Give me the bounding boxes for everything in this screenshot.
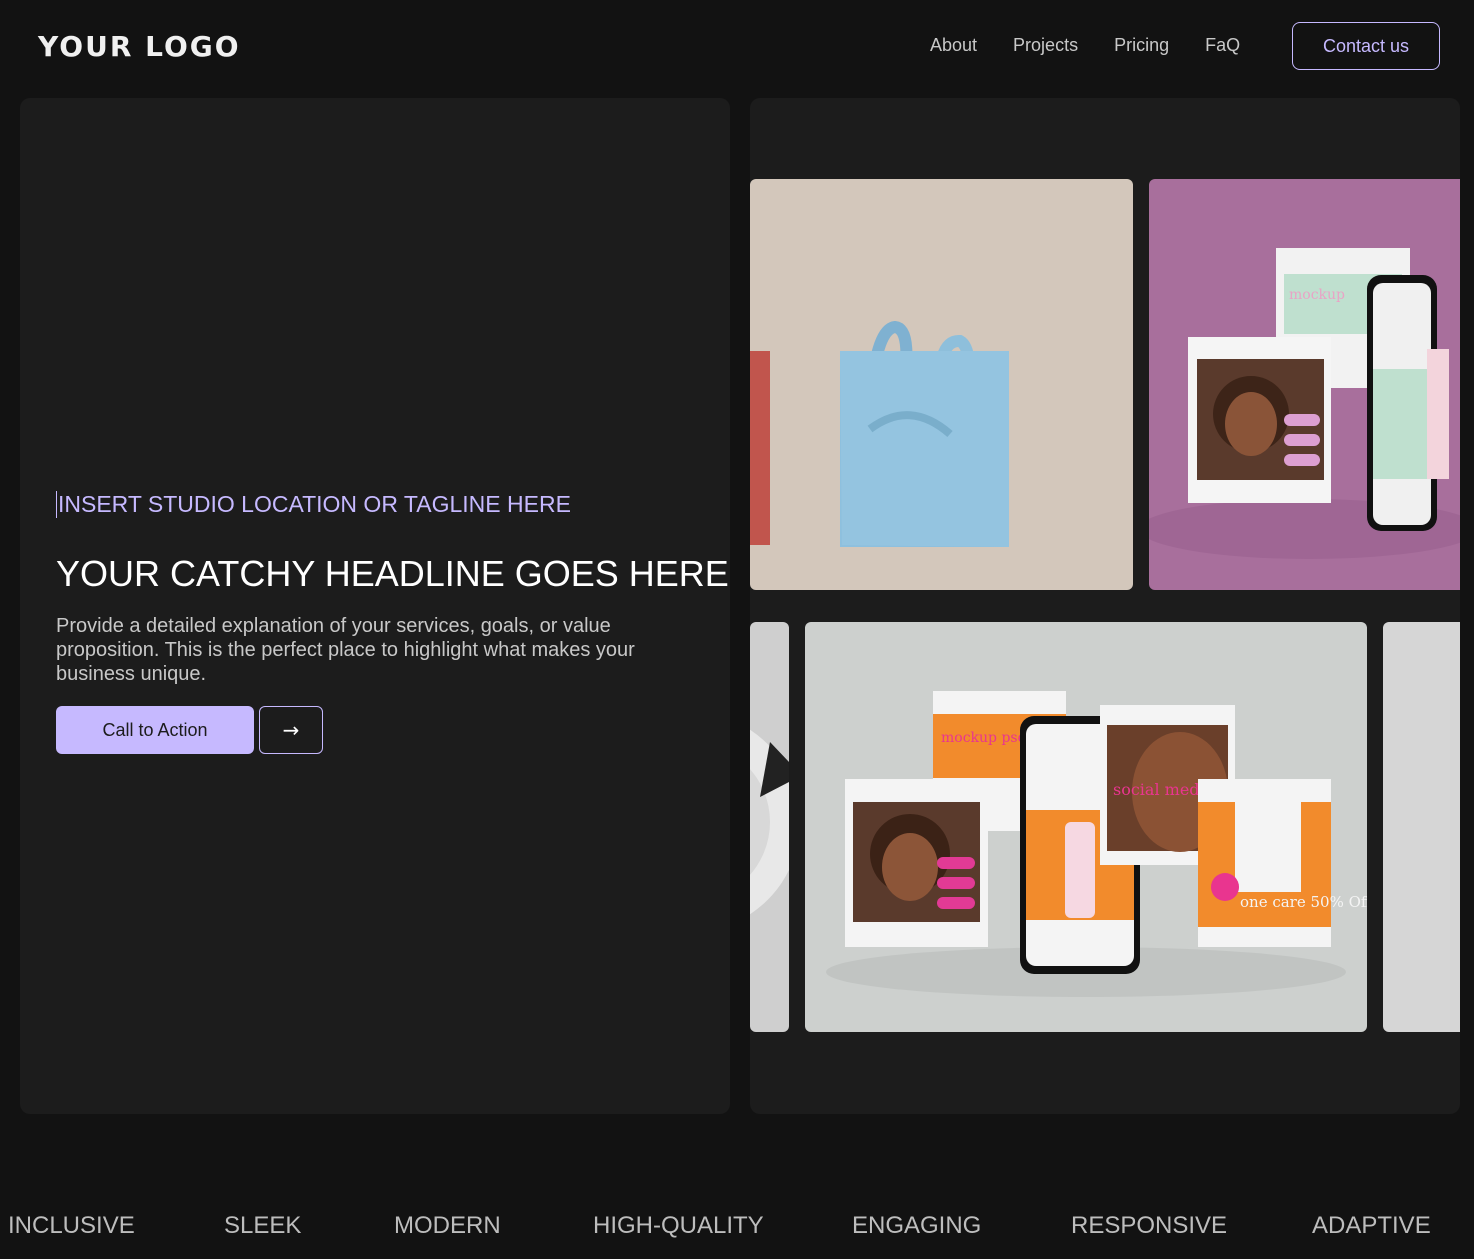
tote-bag-image	[750, 320, 1009, 547]
gallery-tile-tote-bag[interactable]	[750, 179, 1133, 590]
site-header: YOUR LOGO About Projects Pricing FaQ Con…	[0, 0, 1474, 92]
marquee-item: ADAPTIVE	[1312, 1212, 1431, 1239]
marquee-item: SLEEK	[224, 1212, 302, 1239]
marquee-item: ENGAGING	[852, 1212, 982, 1239]
gallery-tile-partial-right[interactable]	[1383, 622, 1460, 1032]
marquee-item: RESPONSIVE	[1071, 1212, 1228, 1239]
gallery-tile-partial-left[interactable]	[750, 622, 789, 1032]
keyword-marquee: INCLUSIVE SLEEK MODERN HIGH-QUALITY ENGA…	[0, 1212, 1474, 1252]
nav-about[interactable]: About	[930, 35, 977, 56]
vinyl-record-image	[750, 729, 789, 915]
hero-panel: INSERT STUDIO LOCATION OR TAGLINE HERE Y…	[20, 98, 730, 1114]
gallery-panel: mockup mockup psd social media one care …	[750, 98, 1460, 1114]
main-nav: About Projects Pricing FaQ	[930, 35, 1240, 56]
hero-tagline: INSERT STUDIO LOCATION OR TAGLINE HERE	[56, 491, 571, 518]
hero-description: Provide a detailed explanation of your s…	[56, 615, 635, 685]
marquee-item: MODERN	[394, 1212, 501, 1239]
social-mockup-grey-image: mockup psd social media one care 50% Off	[826, 691, 1367, 997]
call-to-action-button[interactable]: Call to Action	[56, 706, 254, 754]
hero-headline: YOUR CATCHY HEADLINE GOES HERE	[56, 553, 729, 594]
arrow-right-button[interactable]: →	[259, 706, 323, 754]
marquee-item: INCLUSIVE	[8, 1212, 135, 1239]
logo[interactable]: YOUR LOGO	[38, 30, 241, 63]
nav-projects[interactable]: Projects	[1013, 35, 1078, 56]
gallery-tile-social-purple[interactable]: mockup	[1149, 179, 1460, 590]
mockup-psd-text: mockup psd	[941, 730, 1027, 746]
gallery-tile-social-grey[interactable]: mockup psd social media one care 50% Off	[805, 622, 1367, 1032]
contact-us-button[interactable]: Contact us	[1292, 22, 1440, 70]
one-care-text: one care 50% Off	[1240, 893, 1367, 911]
social-mockup-purple-image: mockup	[1149, 248, 1460, 559]
nav-faq[interactable]: FaQ	[1205, 35, 1240, 56]
marquee-item: HIGH-QUALITY	[593, 1212, 764, 1239]
nav-pricing[interactable]: Pricing	[1114, 35, 1169, 56]
arrow-right-icon: →	[282, 718, 300, 742]
mockup-text: mockup	[1289, 287, 1345, 303]
